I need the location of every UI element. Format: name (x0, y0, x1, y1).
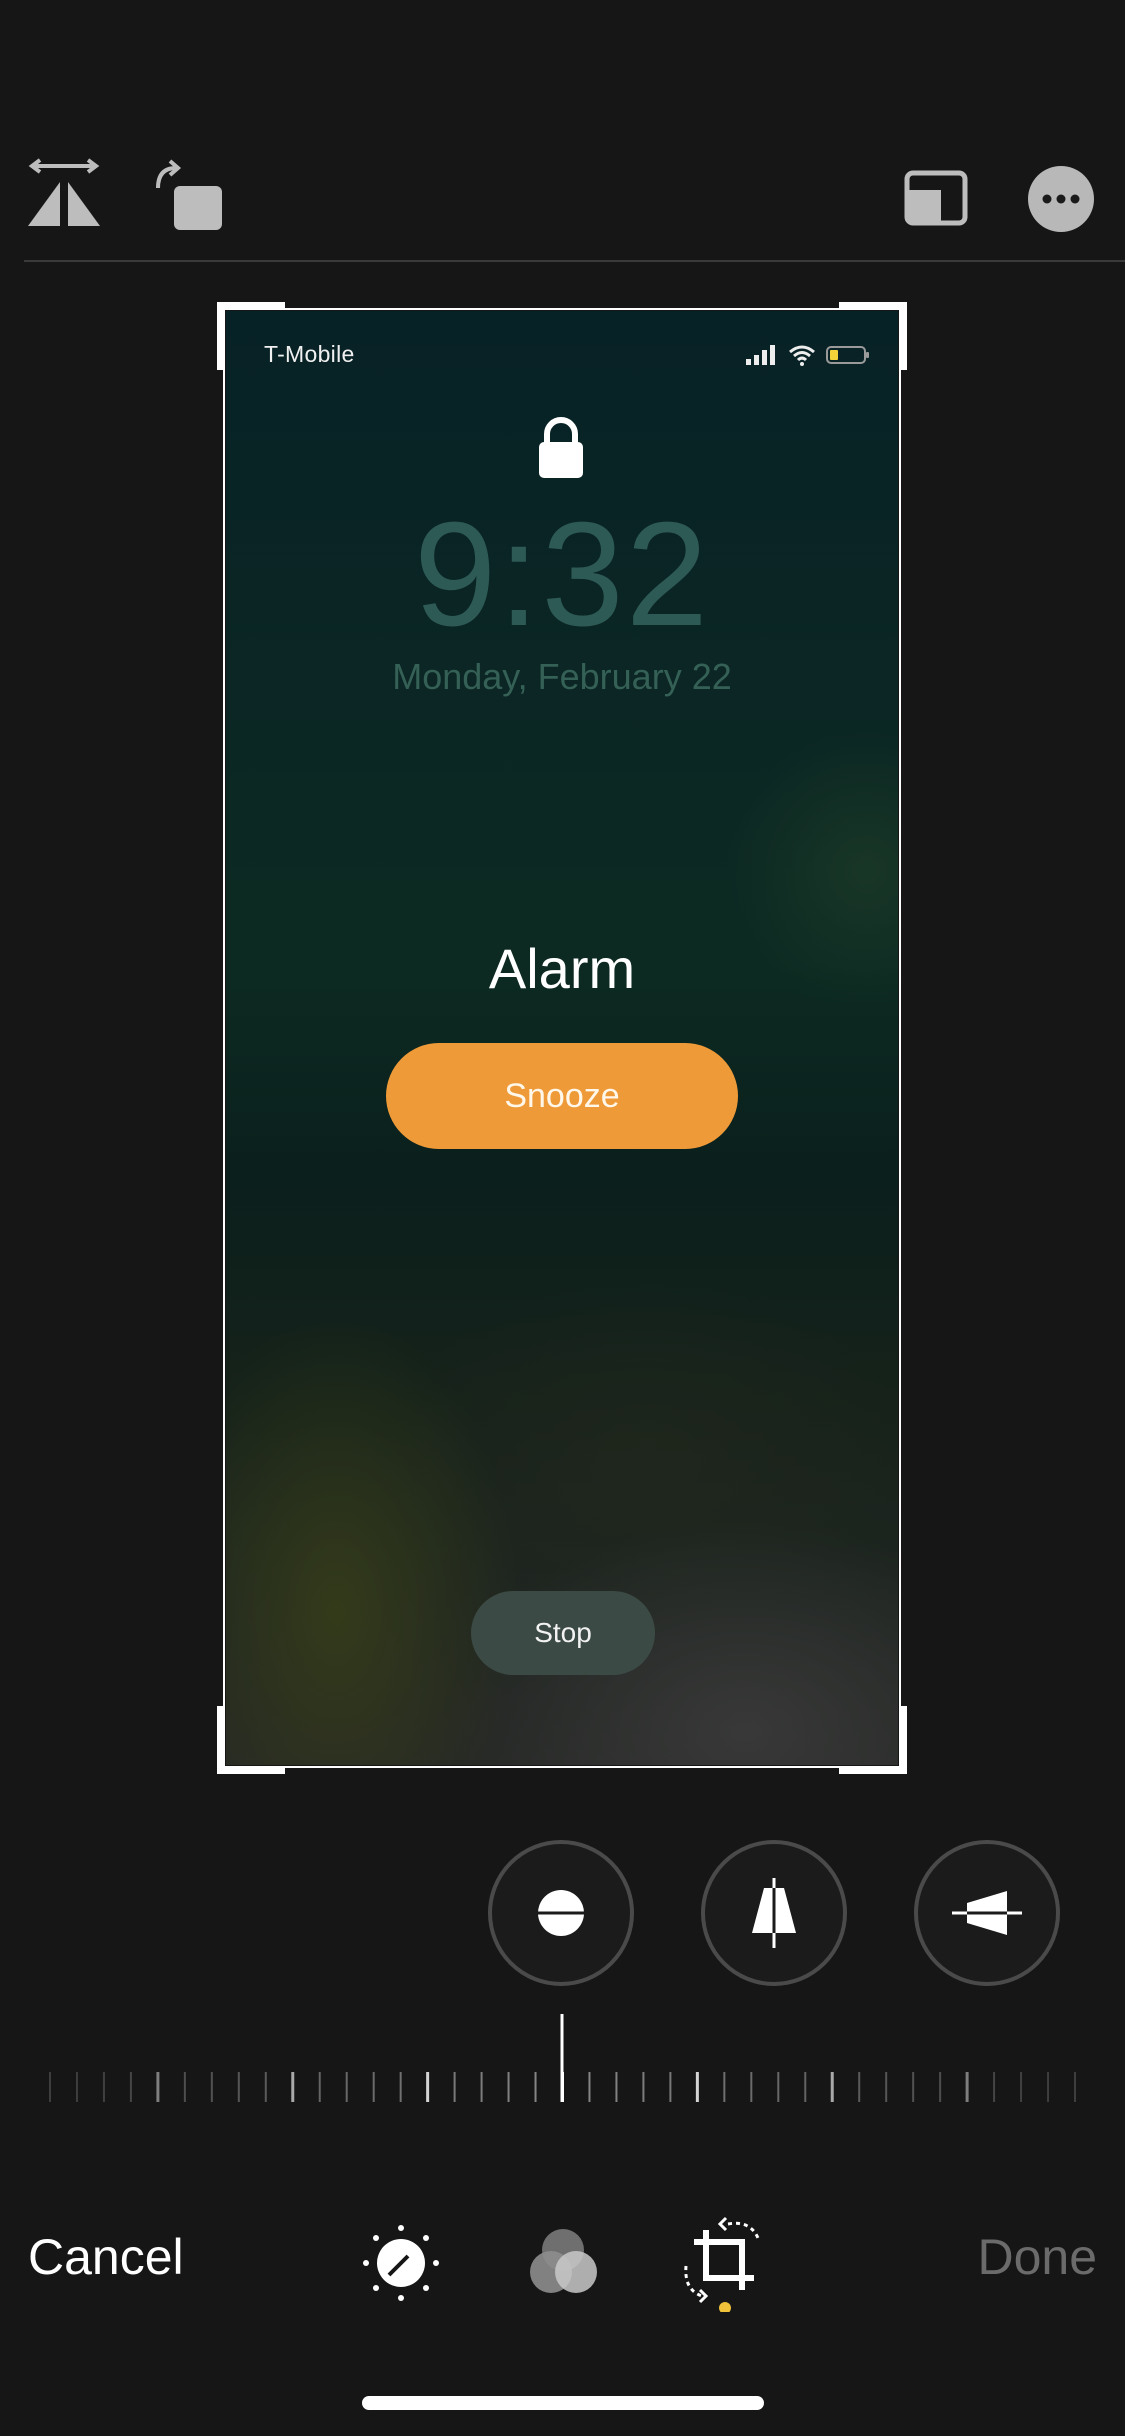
horizontal-perspective-icon (952, 1891, 1022, 1935)
angle-ruler-slider[interactable] (0, 2010, 1125, 2110)
crop-handle-top-right[interactable] (839, 302, 907, 370)
toolbar-divider (24, 260, 1125, 262)
lock-screen-date: Monday, February 22 (392, 656, 732, 697)
adjust-tool-button[interactable] (356, 2218, 446, 2308)
aspect-ratio-button[interactable] (904, 170, 968, 226)
rotate-icon (156, 159, 222, 230)
more-button[interactable] (1028, 166, 1094, 232)
stop-button: Stop (471, 1591, 655, 1675)
rotate-button[interactable] (150, 158, 226, 234)
flip-horizontal-button[interactable] (24, 158, 104, 228)
crop-frame[interactable]: T-Mobile 9:32 Monday, February 22 Alarm … (217, 302, 907, 1774)
lock-screen-time: 9:32 (413, 492, 711, 657)
aspect-ratio-icon (904, 170, 968, 226)
lock-icon-wrap (537, 416, 585, 485)
filters-tool-button[interactable] (518, 2218, 608, 2308)
wifi-icon (789, 345, 815, 366)
home-indicator (362, 2396, 764, 2410)
filters-icon (530, 2229, 597, 2293)
photo-preview: T-Mobile 9:32 Monday, February 22 Alarm … (226, 311, 898, 1765)
signal-icon (746, 345, 775, 365)
flip-horizontal-icon (28, 158, 100, 226)
crop-tool-button[interactable] (680, 2216, 770, 2312)
straighten-icon (526, 1890, 596, 1936)
alarm-title: Alarm (488, 937, 636, 1000)
cancel-button[interactable]: Cancel (28, 2228, 184, 2286)
adjust-icon (363, 2225, 439, 2301)
horizontal-perspective-button[interactable] (914, 1840, 1060, 1986)
more-icon (1042, 194, 1080, 204)
straighten-button[interactable] (488, 1840, 634, 1986)
vertical-perspective-icon (752, 1878, 796, 1948)
done-button[interactable]: Done (977, 2228, 1097, 2286)
crop-handle-bottom-right[interactable] (839, 1706, 907, 1774)
crop-handle-top-left[interactable] (217, 302, 285, 370)
snooze-button: Snooze (386, 1043, 738, 1149)
crop-icon (684, 2216, 760, 2312)
photo-editor-screen: T-Mobile 9:32 Monday, February 22 Alarm … (0, 0, 1125, 2436)
lock-icon (539, 417, 583, 478)
vertical-perspective-button[interactable] (701, 1840, 847, 1986)
crop-handle-bottom-left[interactable] (217, 1706, 285, 1774)
